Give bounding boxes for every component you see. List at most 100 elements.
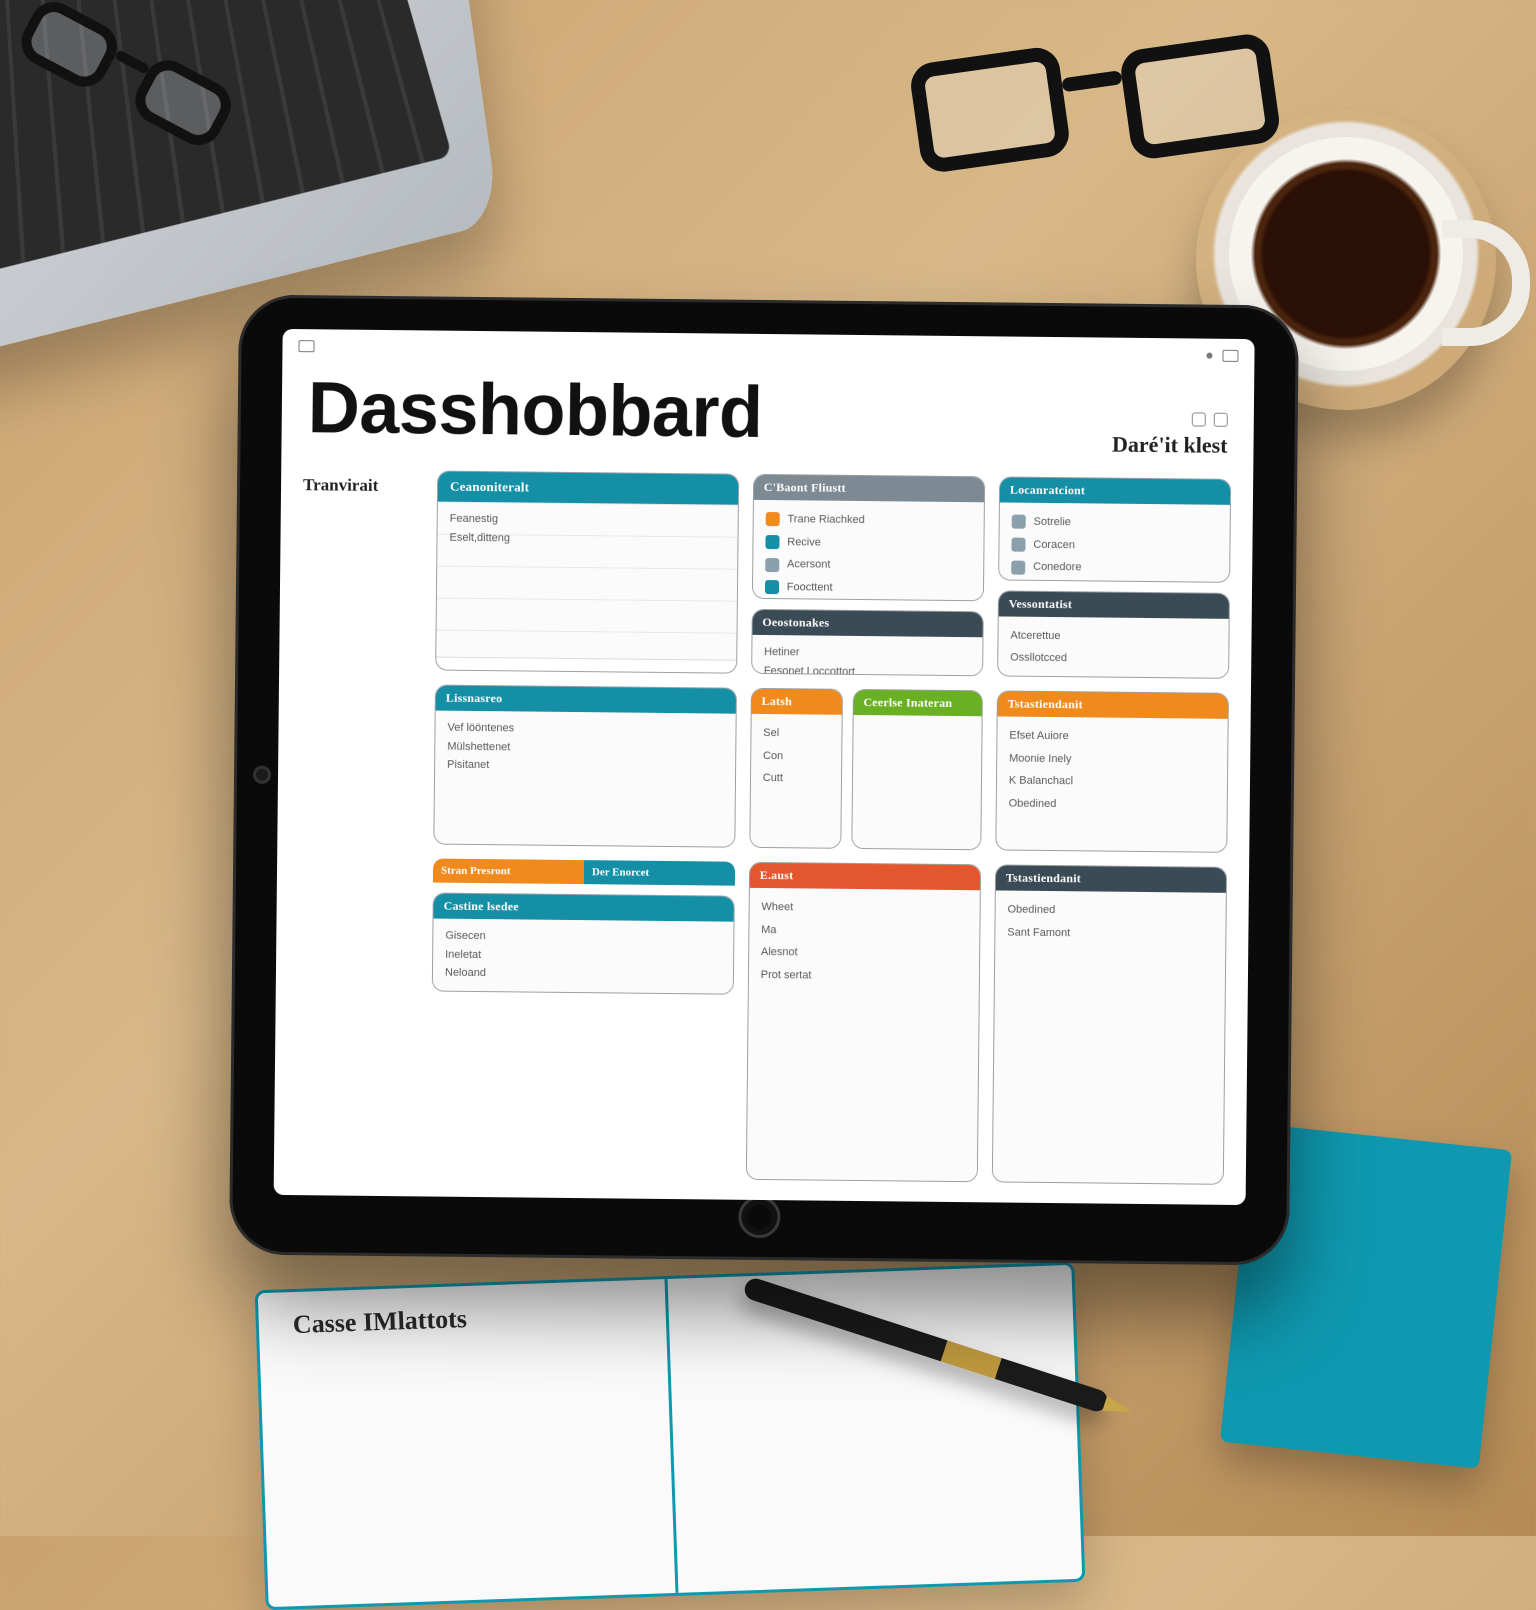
- panel-tabbed-title: Castine lsedee: [434, 894, 734, 922]
- cell: Hetiner: [764, 643, 800, 662]
- row: Pisitanet: [447, 756, 723, 778]
- status-icon: [298, 340, 314, 352]
- panel-low1-body: Vef lööntenes Mülshettenet Pisitanet: [434, 711, 735, 847]
- panel-mid3: E.aust Wheet Ma Alesnot Prot sertat: [746, 862, 981, 1182]
- cell: Eselt,ditteng: [449, 528, 510, 547]
- list-item-label: Conedore: [1033, 558, 1082, 577]
- list-item-label: Obedined: [1009, 795, 1057, 814]
- list-item-label: Acersont: [787, 556, 831, 575]
- panel-mid-sub-body: Hetiner Fesonet Loccottort: [752, 635, 983, 676]
- tablet-home-button[interactable]: [738, 1196, 780, 1238]
- row: Neloand: [445, 964, 721, 986]
- list-item[interactable]: K Balanchacl: [1009, 770, 1215, 795]
- list-item[interactable]: Acersont: [765, 553, 971, 578]
- list-item-label: Alesnot: [761, 943, 798, 962]
- dashboard-grid: Tranvirait Ceanoniteralt Feanestig Eselt…: [274, 459, 1254, 1205]
- list-item[interactable]: Wheet: [761, 896, 967, 921]
- panel-low1: Lissnasreo Vef lööntenes Mülshettenet Pi…: [433, 685, 736, 848]
- list-item-label: Wheet: [761, 898, 793, 917]
- panel-right3-body: Obedined Sant Famont: [993, 890, 1226, 1183]
- sidebar: Tranvirait: [296, 469, 423, 1176]
- panel-mid-sub: Oeostonakes Hetiner Fesonet Loccottort: [751, 609, 984, 676]
- panel-right-a: Locanratciont Sotrelie Coracen Conedore …: [998, 476, 1231, 582]
- brand-name: Daré'it klest: [1112, 432, 1228, 459]
- open-notebook-title: Casse IMlattots: [292, 1304, 467, 1340]
- list-item-label: Coracen: [1033, 535, 1075, 554]
- list-item[interactable]: Corern heresund: [1010, 670, 1216, 679]
- list-item-label: Obedined: [1007, 901, 1055, 920]
- panel-right2: Tstastiendanit Efset Auiore Moonie Inely…: [995, 690, 1229, 852]
- sidebar-title: Tranvirait: [303, 475, 423, 496]
- panel-mid-list: C'Baont Fliustt Trane Riachked Recive Ac…: [752, 474, 985, 602]
- list-item[interactable]: Coracen: [1011, 533, 1217, 558]
- header-actions: [1184, 412, 1228, 426]
- app-header: Dasshobbard Daré'it klest: [281, 361, 1254, 469]
- panel-low1-title: Lissnasreo: [436, 686, 736, 714]
- tab-b[interactable]: Der Enorcet: [584, 860, 735, 886]
- panel-mid-list-title: C'Baont Fliustt: [754, 475, 984, 502]
- list-item[interactable]: Conedore: [1011, 556, 1217, 581]
- status-battery-icon: [1222, 350, 1238, 362]
- tablet-device: Dasshobbard Daré'it klest Tranvirait Cea…: [229, 294, 1299, 1265]
- list-item[interactable]: Efset Auiore: [1009, 725, 1215, 750]
- tablet-camera: [256, 769, 268, 781]
- tablet-screen: Dasshobbard Daré'it klest Tranvirait Cea…: [274, 329, 1255, 1205]
- panel-overview: Ceanoniteralt Feanestig Eselt,ditteng: [435, 471, 739, 674]
- list-item[interactable]: Obedined: [1009, 793, 1215, 818]
- list-item[interactable]: Con: [763, 745, 829, 768]
- list-item-label: K Balanchacl: [1009, 772, 1073, 791]
- list-item[interactable]: Recive: [765, 531, 971, 556]
- cell: Feanestig: [450, 510, 499, 529]
- list-item[interactable]: Atcerettue: [1010, 624, 1216, 649]
- panel-tabbed: Castine lsedee Gisecen Ineletat Neloand: [432, 893, 735, 995]
- bullet-icon: [765, 535, 779, 549]
- cell: Fesonet Loccottort: [764, 662, 855, 676]
- list-item[interactable]: Prot sertat: [761, 964, 967, 989]
- list-item-label: Moonie Inely: [1009, 749, 1072, 768]
- list-item-label: Sant Famont: [1007, 923, 1070, 942]
- list-item[interactable]: Sotrelie: [1011, 511, 1217, 536]
- header-action-2-icon[interactable]: [1214, 413, 1228, 427]
- list-item-label: Trane Riachked: [787, 510, 864, 529]
- panel-mid-list-body: Trane Riachked Recive Acersont Foocttent…: [752, 500, 983, 602]
- list-item[interactable]: Trane Riachked: [765, 508, 971, 533]
- list-item-label: Ma: [761, 921, 776, 940]
- list-item-label: Sotrelie: [1033, 513, 1070, 532]
- panel-right-b-body: Atcerettue Ossllotcced Corern heresund: [998, 616, 1229, 679]
- list-item[interactable]: Cutt: [763, 767, 829, 790]
- list-item[interactable]: Ossllotcced: [1010, 647, 1216, 672]
- list-item-label: Cocetinant: [786, 601, 839, 602]
- panel-right-b-title: Vessontatist: [999, 591, 1229, 618]
- tab-a[interactable]: Stran Presront: [433, 859, 584, 885]
- list-item[interactable]: Sant Famont: [1007, 921, 1213, 946]
- bullet-icon: [1011, 538, 1025, 552]
- list-item[interactable]: Alesnot: [761, 941, 967, 966]
- header-action-1-icon[interactable]: [1192, 412, 1206, 426]
- panel-mid2-b-title: Ceerlse Inateran: [853, 690, 982, 716]
- list-item[interactable]: Moonie Inely: [1009, 747, 1215, 772]
- panel-right2-title: Tstastiendanit: [998, 691, 1228, 718]
- list-item-label: Foocttent: [787, 578, 833, 597]
- bullet-icon: [765, 558, 779, 572]
- panel-right2-body: Efset Auiore Moonie Inely K Balanchacl O…: [996, 716, 1228, 851]
- panel-right-a-title: Locanratciont: [1000, 477, 1230, 504]
- panel-right-a-body: Sotrelie Coracen Conedore Fogorceriord: [999, 502, 1230, 582]
- list-item-label: Con: [763, 747, 783, 766]
- list-item[interactable]: Sel: [763, 722, 829, 745]
- list-item[interactable]: Foocttent: [765, 576, 971, 601]
- list-item-label: Cutt: [763, 769, 783, 788]
- list-item-label: Prot sertat: [761, 966, 812, 985]
- list-item[interactable]: Ma: [761, 919, 967, 944]
- list-item-label: Atcerettue: [1010, 626, 1060, 645]
- status-dot-icon: [1206, 353, 1212, 359]
- list-item-label: Fogorceriord: [1033, 581, 1096, 583]
- panel-mid2-b-body: [852, 715, 982, 849]
- row: Vef lööntenes: [447, 719, 723, 741]
- panel-mid3-body: Wheet Ma Alesnot Prot sertat: [747, 888, 980, 1181]
- bullet-icon: [1011, 560, 1025, 574]
- panel-mid-sub-title: Oeostonakes: [752, 610, 982, 637]
- panel-mid2-a-body: Sel Con Cutt: [750, 714, 841, 848]
- list-item[interactable]: Obedined: [1007, 899, 1213, 924]
- panel-mid2-a: Latsh Sel Con Cutt: [749, 688, 842, 849]
- panel-mid3-title: E.aust: [750, 863, 980, 890]
